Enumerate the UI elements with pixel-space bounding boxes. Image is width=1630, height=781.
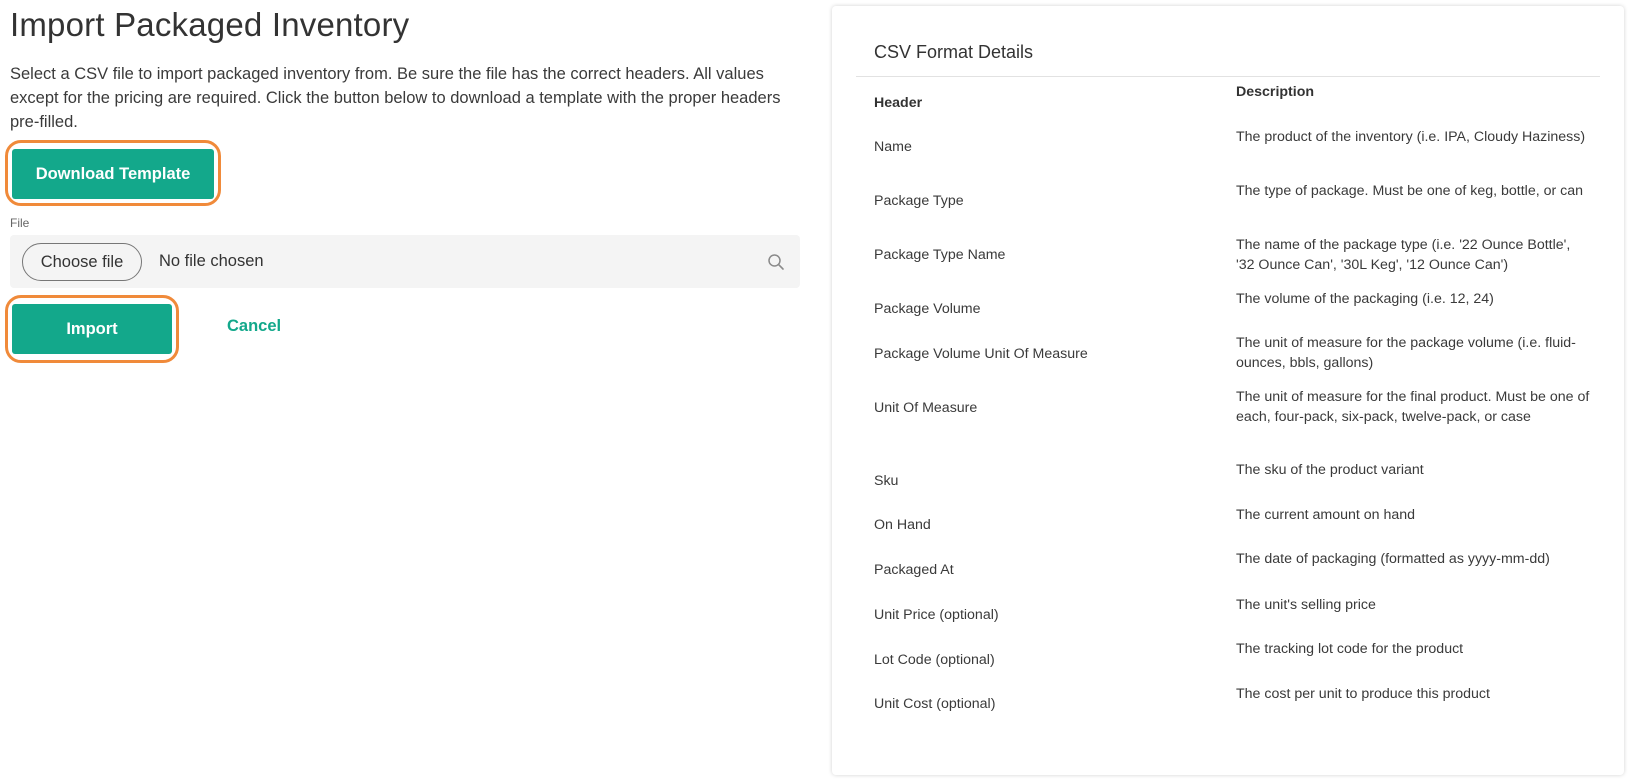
- csv-format-card: CSV Format Details Header Description Na…: [832, 6, 1624, 775]
- row-description: The cost per unit to produce this produc…: [1236, 686, 1490, 702]
- intro-text: Select a CSV file to import packaged inv…: [10, 65, 781, 131]
- download-template-button[interactable]: Download Template: [12, 149, 214, 199]
- header-column-title: Header: [874, 95, 923, 111]
- row-description: The date of packaging (formatted as yyyy…: [1236, 551, 1550, 567]
- row-header: Package Volume Unit Of Measure: [874, 346, 1088, 362]
- description-column-title: Description: [1236, 84, 1315, 100]
- search-icon: [768, 254, 784, 270]
- file-status: No file chosen: [159, 252, 264, 270]
- row-description: The sku of the product variant: [1236, 462, 1424, 478]
- row-header: On Hand: [874, 517, 931, 533]
- card-divider: [856, 76, 1600, 77]
- row-header: Lot Code (optional): [874, 652, 995, 668]
- row-description: The unit of measure for the package volu…: [1236, 335, 1576, 371]
- row-header: Package Volume: [874, 301, 981, 317]
- card-title: CSV Format Details: [874, 42, 1034, 62]
- file-label: File: [10, 216, 30, 230]
- row-header: Unit Cost (optional): [874, 696, 996, 712]
- row-header: Packaged At: [874, 562, 954, 578]
- row-description: The product of the inventory (i.e. IPA, …: [1236, 129, 1586, 145]
- row-description: The volume of the packaging (i.e. 12, 24…: [1236, 291, 1494, 307]
- row-description: The current amount on hand: [1236, 507, 1416, 523]
- row-description: The tracking lot code for the product: [1236, 641, 1464, 657]
- row-description: The unit's selling price: [1236, 597, 1376, 613]
- row-header: Unit Price (optional): [874, 607, 999, 623]
- page-title: Import Packaged Inventory: [10, 6, 410, 43]
- row-description: The name of the package type (i.e. '22 O…: [1236, 237, 1571, 273]
- file-input[interactable]: Choose file No file chosen: [10, 235, 800, 288]
- row-header: Package Type: [874, 193, 964, 209]
- row-header: Sku: [874, 473, 899, 489]
- import-button[interactable]: Import: [12, 304, 172, 354]
- row-description: The unit of measure for the final produc…: [1236, 389, 1590, 425]
- cancel-link[interactable]: Cancel: [227, 317, 281, 336]
- choose-file-button[interactable]: Choose file: [22, 243, 142, 281]
- row-header: Name: [874, 139, 912, 155]
- row-description: The type of package. Must be one of keg,…: [1236, 183, 1584, 199]
- row-header: Package Type Name: [874, 247, 1006, 263]
- row-header: Unit Of Measure: [874, 400, 978, 416]
